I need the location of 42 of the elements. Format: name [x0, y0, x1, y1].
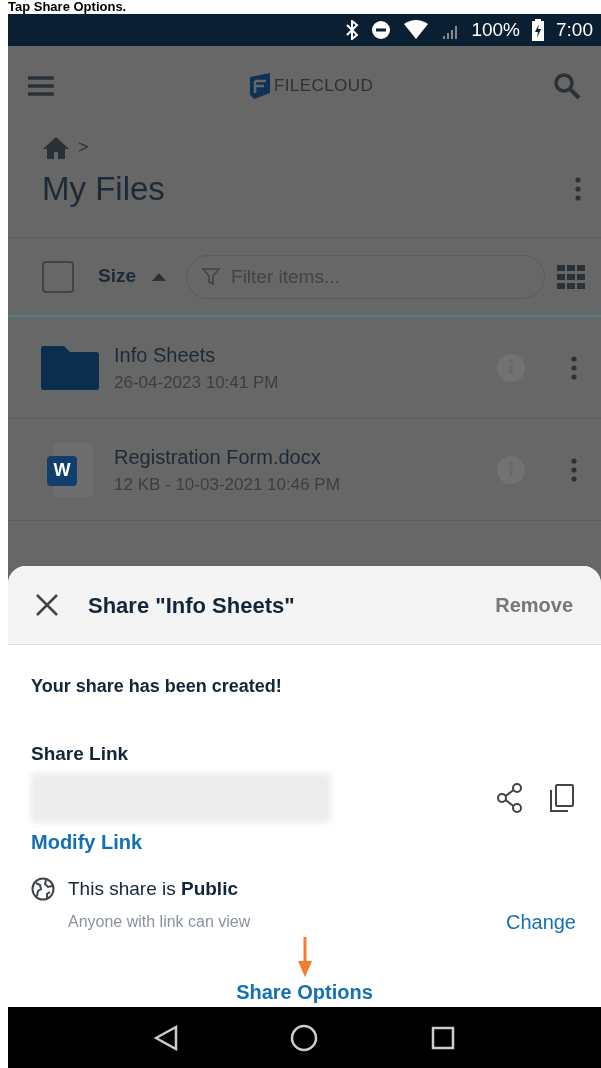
- more-vertical-icon[interactable]: [571, 457, 577, 482]
- filter-icon: [202, 267, 221, 286]
- menu-icon[interactable]: [28, 76, 54, 96]
- clock-time: 7:00: [556, 17, 593, 42]
- do-not-disturb-icon: [371, 20, 392, 40]
- share-options-button[interactable]: Share Options: [236, 977, 373, 1007]
- change-button[interactable]: Change: [505, 907, 576, 937]
- caption-text: Tap Share Options.: [8, 0, 127, 14]
- home-icon[interactable]: [42, 135, 70, 160]
- modify-link[interactable]: Modify Link: [31, 826, 143, 857]
- breadcrumb-separator: >: [78, 136, 89, 159]
- battery-charging-icon: [532, 19, 544, 41]
- recents-icon[interactable]: [430, 1025, 455, 1050]
- folder-icon: [41, 345, 99, 390]
- visibility-note: Anyone with link can view: [68, 912, 251, 932]
- sort-up-icon: [152, 272, 167, 281]
- file-name[interactable]: Registration Form.docx: [114, 441, 497, 472]
- annotation-arrow: [297, 937, 312, 977]
- grid-view-icon[interactable]: [557, 264, 585, 289]
- sort-button[interactable]: Size: [98, 262, 167, 291]
- share-created-message: Your share has been created!: [31, 675, 283, 698]
- close-icon[interactable]: [36, 594, 58, 616]
- select-all-checkbox[interactable]: [42, 260, 74, 293]
- logo-icon: [249, 73, 270, 99]
- home-circle-icon[interactable]: [290, 1023, 319, 1052]
- globe-icon: [31, 876, 55, 901]
- visibility-text: This share is Public: [68, 876, 239, 901]
- wifi-icon: [403, 20, 430, 40]
- sheet-title: Share "Info Sheets": [88, 591, 296, 620]
- file-name[interactable]: Info Sheets: [114, 339, 497, 370]
- remove-button[interactable]: Remove: [495, 590, 573, 620]
- share-link-label: Share Link: [31, 742, 130, 766]
- search-icon[interactable]: [553, 72, 581, 100]
- page-title: My Files: [42, 169, 165, 210]
- more-vertical-icon[interactable]: [571, 355, 577, 380]
- copy-icon[interactable]: [550, 783, 574, 812]
- back-icon[interactable]: [154, 1024, 179, 1051]
- bluetooth-icon: [345, 20, 360, 40]
- more-vertical-icon[interactable]: [575, 177, 581, 201]
- share-icon[interactable]: [496, 782, 524, 813]
- logo-text: FILECLOUD: [273, 75, 374, 98]
- battery-percent: 100%: [471, 17, 520, 42]
